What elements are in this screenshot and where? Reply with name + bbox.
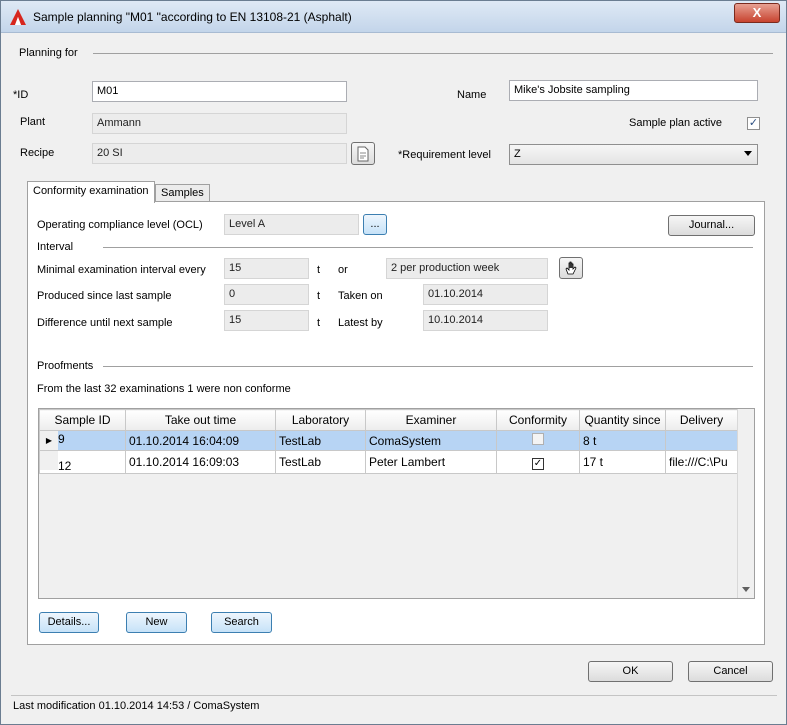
min-interval-unit: t	[317, 264, 321, 276]
grid-header-row: Sample ID Take out time Laboratory Exami…	[39, 409, 738, 431]
column-header-conformity[interactable]: Conformity	[496, 409, 580, 431]
status-bar: Last modification 01.10.2014 14:53 / Com…	[11, 695, 777, 717]
column-header-laboratory[interactable]: Laboratory	[275, 409, 366, 431]
latest-by-label: Latest by	[338, 317, 383, 329]
row-marker-icon	[40, 451, 58, 470]
column-header-quantity-since[interactable]: Quantity since	[579, 409, 666, 431]
ocl-browse-button[interactable]: ...	[363, 214, 387, 235]
requirement-level-select[interactable]: Z	[509, 144, 758, 165]
column-header-examiner[interactable]: Examiner	[365, 409, 497, 431]
requirement-level-value: Z	[514, 148, 521, 160]
ocl-label: Operating compliance level (OCL)	[37, 219, 203, 231]
sample-planning-window: Sample planning "M01 "according to EN 13…	[0, 0, 787, 725]
cell-sample-id: 12	[58, 459, 72, 473]
sample-plan-active-checkbox[interactable]: ✓	[747, 117, 760, 130]
table-row[interactable]: ▶ 9 01.10.2014 16:04:09 TestLab ComaSyste…	[39, 430, 738, 451]
cell-take-out-time: 01.10.2014 16:04:09	[125, 430, 276, 451]
or-label: or	[338, 264, 348, 276]
column-header-sample-id[interactable]: Sample ID	[39, 409, 126, 431]
journal-button[interactable]: Journal...	[668, 215, 755, 236]
tab-samples[interactable]: Samples	[155, 184, 210, 202]
name-input[interactable]: Mike's Jobsite sampling	[509, 80, 758, 101]
table-cell: ▶ 9	[39, 430, 126, 451]
cell-sample-id: 9	[58, 432, 65, 446]
per-week-field: 2 per production week	[386, 258, 548, 279]
cancel-button[interactable]: Cancel	[688, 661, 773, 682]
conformity-checkbox[interactable]	[532, 433, 544, 445]
title-bar[interactable]: Sample planning "M01 "according to EN 13…	[1, 1, 786, 33]
cell-conformity	[496, 430, 580, 451]
recipe-field: 20 SI	[92, 143, 347, 164]
id-input[interactable]: M01	[92, 81, 347, 102]
planning-divider	[93, 53, 773, 54]
plant-label: Plant	[20, 116, 46, 128]
requirement-level-label: *Requirement level	[398, 149, 491, 161]
tab-conformity-examination[interactable]: Conformity examination	[27, 181, 155, 203]
plant-field: Ammann	[92, 113, 347, 134]
row-marker-icon: ▶	[40, 431, 58, 450]
min-interval-label: Minimal examination interval every	[37, 264, 206, 276]
produced-since-label: Produced since last sample	[37, 290, 172, 302]
recipe-document-button[interactable]	[351, 142, 375, 165]
taken-on-field: 01.10.2014	[423, 284, 548, 305]
produced-unit: t	[317, 290, 321, 302]
cell-laboratory: TestLab	[275, 450, 366, 474]
cell-laboratory: TestLab	[275, 430, 366, 451]
ok-button[interactable]: OK	[588, 661, 673, 682]
cell-delivery	[665, 430, 738, 451]
cell-take-out-time: 01.10.2014 16:09:03	[125, 450, 276, 474]
examination-summary: From the last 32 examinations 1 were non…	[37, 383, 291, 395]
taken-on-label: Taken on	[338, 290, 383, 302]
document-icon	[357, 146, 369, 162]
grid-vertical-scrollbar[interactable]	[737, 409, 754, 598]
interval-label: Interval	[37, 241, 74, 253]
hand-picker-button[interactable]	[559, 257, 583, 279]
cell-conformity: ✓	[496, 450, 580, 474]
app-logo-icon	[10, 9, 26, 25]
cell-delivery: file:///C:\Pu	[665, 450, 738, 474]
cell-quantity-since: 8 t	[579, 430, 666, 451]
latest-by-field: 10.10.2014	[423, 310, 548, 331]
name-label: Name	[457, 89, 487, 101]
table-row[interactable]: 12 01.10.2014 16:09:03 TestLab Peter Lam…	[39, 450, 738, 474]
window-title: Sample planning "M01 "according to EN 13…	[33, 10, 352, 24]
conformity-checkbox[interactable]: ✓	[532, 457, 544, 470]
difference-label: Difference until next sample	[37, 317, 173, 329]
chevron-down-icon	[744, 151, 752, 156]
search-button[interactable]: Search	[211, 612, 272, 633]
interval-divider	[103, 247, 753, 248]
new-button[interactable]: New	[126, 612, 187, 633]
cell-examiner: Peter Lambert	[365, 450, 497, 474]
sample-plan-active-label: Sample plan active	[629, 117, 722, 129]
cell-quantity-since: 17 t	[579, 450, 666, 474]
proofments-divider	[103, 366, 753, 367]
min-interval-field: 15	[224, 258, 309, 279]
column-header-delivery[interactable]: Delivery	[665, 409, 738, 431]
proofments-grid[interactable]: Sample ID Take out time Laboratory Exami…	[38, 408, 755, 599]
planning-section-label: Planning for	[19, 47, 78, 59]
difference-field: 15	[224, 310, 309, 331]
hand-icon	[565, 261, 577, 275]
ocl-field: Level A	[224, 214, 359, 235]
produced-since-field: 0	[224, 284, 309, 305]
status-text: Last modification 01.10.2014 14:53 / Com…	[13, 700, 260, 712]
details-button[interactable]: Details...	[39, 612, 99, 633]
cell-examiner: ComaSystem	[365, 430, 497, 451]
id-label: *ID	[13, 89, 29, 101]
scroll-down-icon[interactable]	[742, 587, 750, 593]
proofments-label: Proofments	[37, 360, 94, 372]
close-button[interactable]: X	[734, 3, 780, 23]
column-header-take-out-time[interactable]: Take out time	[125, 409, 276, 431]
recipe-label: Recipe	[20, 147, 55, 159]
table-cell: 12	[39, 450, 126, 474]
difference-unit: t	[317, 317, 321, 329]
